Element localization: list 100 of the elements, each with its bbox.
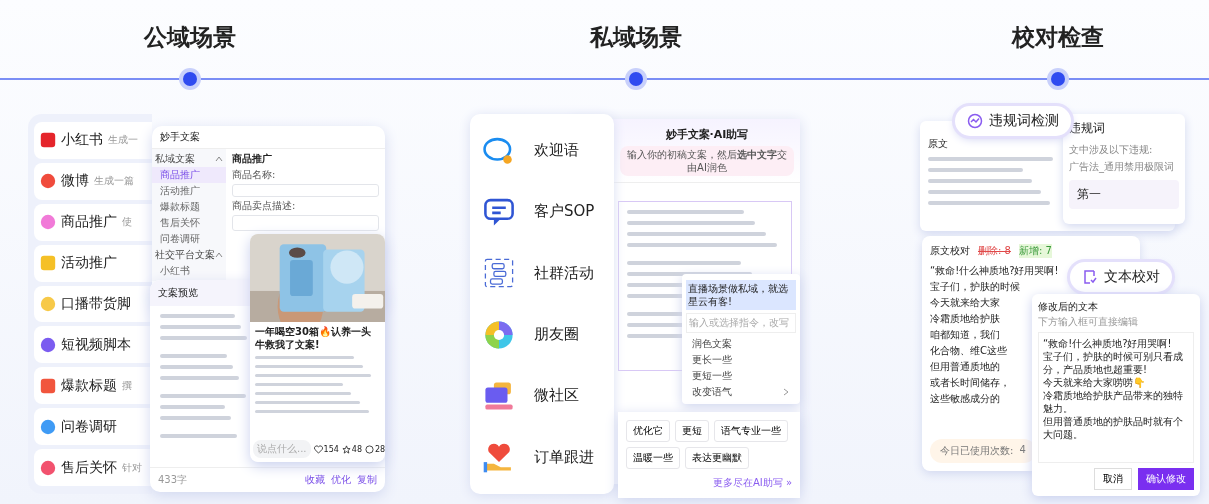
menu-item[interactable]: 润色文案 [682,336,800,352]
nav-group[interactable]: 私域文案 [152,151,226,167]
text-line: 咱都知道，我们 [930,328,1000,342]
logo-icon [40,214,56,231]
channel-item[interactable]: 客户SOP [470,195,614,229]
logo-icon [40,132,56,149]
menu-item[interactable]: 更短一些 [682,368,800,384]
input-field[interactable] [232,215,379,231]
text-line: 但用普通质地的 [930,360,1000,374]
suggestion-chip[interactable]: 更短 [675,420,709,442]
logo-icon [40,377,56,394]
selected-text: 直播场景做私域，就选星云有客! [686,280,796,310]
action-link[interactable]: 收藏 [305,473,325,487]
card-label: 原文 [928,137,948,151]
blurred-text-line [160,405,225,409]
feature-badge: 违规词检测 [955,106,1071,136]
logo-icon [40,173,56,190]
list-item[interactable]: 售后关怀 针对 [34,449,152,486]
nav-item[interactable]: 小红书 [152,263,226,279]
list-item[interactable]: 活动推广 [34,244,152,282]
field-label: 商品名称: [232,168,277,182]
channel-item[interactable]: 订单跟进 [470,440,614,475]
suggestion-chip[interactable]: 语气专业一些 [714,420,788,442]
channel-item[interactable]: 朋友圈 [470,317,614,352]
added-count: 新增: 7 [1018,244,1052,258]
text-line: 这些敏感成分的 [930,392,1000,406]
suggestion-chip[interactable]: 温暖一些 [626,447,680,469]
violation-category: 广告法_通用禁用极限词 [1069,160,1175,174]
confirm-button[interactable]: 确认修改 [1138,468,1194,490]
text-line: 今天就来给大家 [930,296,1000,310]
suggestion-chip[interactable]: 表达更幽默 [685,447,749,469]
field-label: 商品卖点描述: [232,199,297,213]
section-title: 私域场景 [588,23,683,52]
text-line: 冷霜质地给护肤 [930,312,1000,326]
heart-icon[interactable] [313,444,323,454]
dialog-hint: 下方输入框可直接编辑 [1038,315,1138,329]
action-link[interactable]: 优化 [331,473,351,487]
text-line: 或者长时间储存， [930,376,1010,390]
logo-icon [40,459,56,476]
window-title: 妙手文案·AI助写 [664,127,750,142]
text-line: 宝子们，护肤的时候 [930,280,1020,294]
menu-item[interactable]: 改变语气 [682,384,800,400]
blurred-text-line [160,416,232,420]
cancel-button[interactable]: 取消 [1094,468,1132,490]
violation-summary: 文中涉及以下违规: [1069,143,1154,157]
star-icon[interactable] [341,444,351,454]
list-item[interactable]: 短视频脚本 [34,326,152,364]
feature-badge: 文本校对 [1070,262,1172,292]
text-area[interactable]: “救命!什么神质地?好用哭啊! 宝子们，护肤的时候可别只看成分，产品质地也超重要! 今天就来给大家唠唠👇 冷霜质地给护肤产品带来的独特魅力。 但用普通质地的护肤品时就有个大问题。 [1038,332,1194,463]
list-item[interactable]: 问卷调研 [34,408,152,446]
menu-item[interactable]: 更长一些 [682,352,800,368]
logo-icon [40,296,56,312]
list-item[interactable]: 爆款标题 撰 [34,367,152,405]
post-title: 一年喝空30箱🔥认养一头牛救我了文案! [254,325,372,352]
more-link[interactable]: 更多尽在AI助写 » [712,476,792,490]
channel-item[interactable]: 欢迎语 [470,133,614,168]
nav-item[interactable]: 商品推广 [152,167,226,183]
logo-icon [40,418,56,435]
list-item[interactable]: 口播带货脚 [34,285,152,323]
card-title: 原文校对 [930,244,970,258]
nav-item[interactable]: 售后关怀 [152,215,226,231]
dialog-title: 修改后的文本 [1038,300,1098,314]
logo-icon [40,336,56,353]
timeline-dot [183,72,197,86]
nav-item[interactable]: 问卷调研 [152,231,226,247]
channel-item[interactable]: 微社区 [470,378,614,413]
chevron-icon [782,388,790,396]
text-line: 化合物、维C这些 [930,344,1007,358]
text-line: “救命!什么神质地?好用哭啊! [1043,337,1173,350]
section-title: 公域场景 [142,23,237,52]
action-link[interactable]: 复制 [357,473,377,487]
pulse-icon [967,113,983,129]
usage-count: 4 [1019,444,1026,457]
hint-text: 输入你的初稿文案，然后选中文字交由AI润色 [620,146,794,176]
logo-icon [40,255,56,272]
caret-icon [215,251,223,259]
text-line: 但用普通质地的护肤品时就有个大问题。 [1043,415,1184,441]
channel-item[interactable]: 社群活动 [470,256,614,291]
nav-item[interactable]: 爆款标题 [152,199,226,215]
usage-label: 今日已使用次数: [940,444,1014,458]
caret-icon [215,155,223,163]
comment-count: 28 [375,444,385,454]
input-field[interactable] [232,184,379,197]
timeline-dot [629,72,643,86]
text-line: 宝子们，护肤的时候可别只看成分，产品质地也超重要! [1043,350,1184,376]
text-line: 今天就来给大家唠唠👇 [1043,376,1146,389]
favorite-count: 48 [351,444,362,454]
violation-word: 第一 [1069,180,1179,209]
comment-icon[interactable] [365,444,374,454]
suggestion-chip[interactable]: 优化它 [626,420,670,442]
nav-group[interactable]: 社交平台文案 [152,247,226,263]
form-title: 商品推广 [232,152,273,166]
like-count: 154 [323,444,339,454]
list-item[interactable]: 商品推广 使 [34,203,152,241]
text-line: “救命!什么神质地?好用哭啊! [930,264,1059,278]
text-line: 冷霜质地给护肤产品带来的独特魅力。 [1043,389,1184,415]
document-check-icon [1082,269,1098,285]
word-count: 433字 [158,473,188,487]
deleted-count: 删除: 8 [978,244,1011,258]
nav-item[interactable]: 活动推广 [152,183,226,199]
